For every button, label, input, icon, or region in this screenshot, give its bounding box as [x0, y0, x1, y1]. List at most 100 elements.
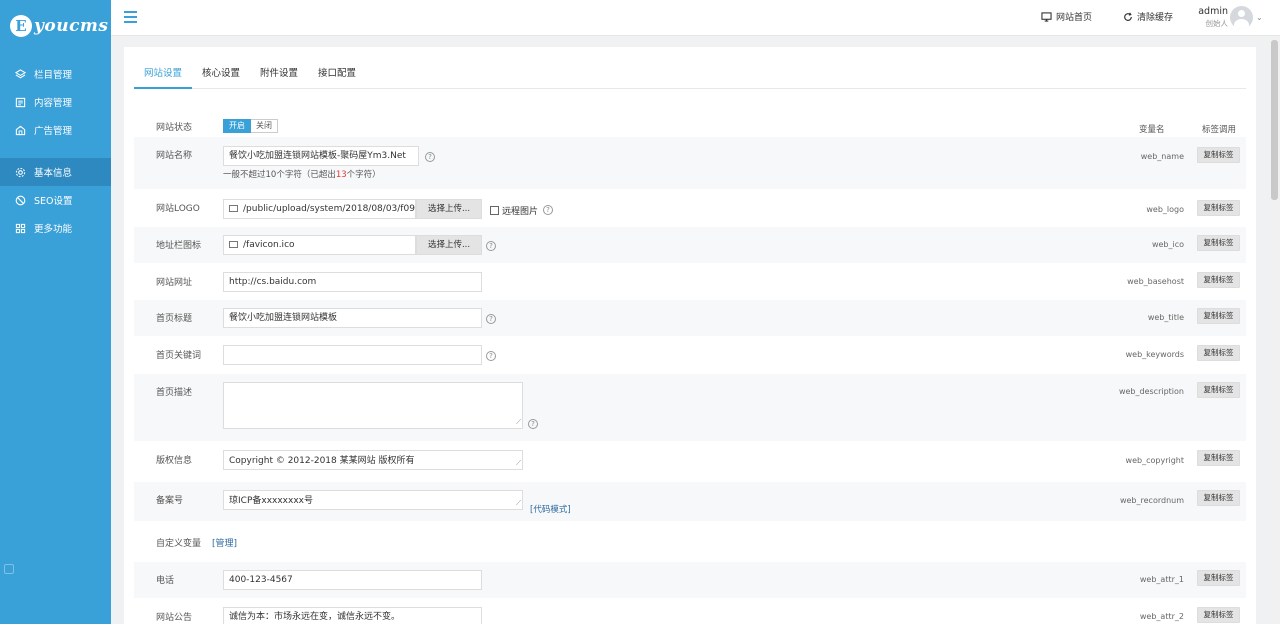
var-name: web_name: [1140, 152, 1184, 161]
help-icon[interactable]: ?: [486, 241, 496, 251]
sidebar: E youcms 栏目管理 内容管理 广告管理 基本信息 SEO设置 更多功能: [0, 0, 111, 624]
row-web-attr-1: 电话 400-123-4567 web_attr_1 复制标签: [134, 562, 1246, 599]
sidebar-item-columns[interactable]: 栏目管理: [0, 60, 111, 88]
avatar[interactable]: [1230, 6, 1253, 29]
field-label: 网站状态: [156, 123, 193, 133]
menu-toggle-icon[interactable]: [124, 11, 137, 23]
web-ico-input[interactable]: /favicon.ico: [223, 235, 416, 255]
field-label: 电话: [156, 576, 175, 586]
var-name: web_ico: [1151, 240, 1184, 249]
scrollbar-thumb[interactable]: [1271, 40, 1278, 200]
status-on-button[interactable]: 开启: [223, 119, 251, 133]
var-name: web_logo: [1146, 205, 1184, 214]
copy-tag-button[interactable]: 复制标签: [1197, 272, 1240, 288]
var-name: web_attr_2: [1139, 612, 1184, 621]
row-web-description: 首页描述 ⟋ ? web_description 复制标签: [134, 374, 1246, 442]
topbar: 网站首页 清除缓存 admin 创始人 ⌄: [111, 0, 1280, 36]
field-label: 网站LOGO: [156, 204, 200, 214]
nav-divider: [0, 144, 111, 158]
sidebar-item-ads[interactable]: 广告管理: [0, 116, 111, 144]
checkbox-box[interactable]: [490, 206, 499, 215]
help-icon[interactable]: ?: [543, 205, 553, 215]
field-label: 网站网址: [156, 278, 193, 288]
copy-tag-button[interactable]: 复制标签: [1197, 308, 1240, 324]
web-basehost-input[interactable]: http://cs.baidu.com: [223, 272, 482, 292]
status-off-button[interactable]: 关闭: [251, 119, 278, 133]
web-name-input[interactable]: 餐饮小吃加盟连锁网站模板-聚码屋Ym3.Net: [223, 146, 419, 166]
sidebar-item-seo[interactable]: SEO设置: [0, 186, 111, 214]
help-icon[interactable]: ?: [528, 419, 538, 429]
ico-upload-button[interactable]: 选择上传...: [416, 235, 482, 255]
copy-tag-button[interactable]: 复制标签: [1197, 382, 1240, 398]
var-name: web_recordnum: [1119, 496, 1184, 505]
help-icon[interactable]: ?: [486, 314, 496, 324]
web-description-textarea[interactable]: ⟋: [223, 382, 523, 429]
sidebar-item-more[interactable]: 更多功能: [0, 214, 111, 242]
site-home-label: 网站首页: [1056, 13, 1093, 23]
site-status-toggle: 开启 关闭: [223, 119, 278, 133]
tab-attachment-settings[interactable]: 附件设置: [250, 61, 308, 89]
page-scrollbar[interactable]: [1269, 36, 1280, 624]
refresh-icon: [1123, 12, 1133, 22]
sidebar-collapse-handle[interactable]: [4, 564, 14, 574]
web-title-input[interactable]: 餐饮小吃加盟连锁网站模板: [223, 308, 482, 328]
row-web-basehost: 网站网址 http://cs.baidu.com web_basehost 复制…: [134, 264, 1246, 300]
logo-text: youcms: [34, 16, 109, 36]
web-copyright-textarea[interactable]: Copyright © 2012-2018 某某网站 版权所有 ⟋: [223, 450, 523, 470]
seo-icon: [14, 194, 26, 206]
sidebar-item-label: 栏目管理: [34, 70, 73, 81]
copy-tag-button[interactable]: 复制标签: [1197, 235, 1240, 251]
tab-site-settings[interactable]: 网站设置: [134, 61, 193, 89]
manage-custom-vars-link[interactable]: [管理]: [212, 536, 237, 549]
copy-tag-button[interactable]: 复制标签: [1197, 345, 1240, 361]
copy-tag-button[interactable]: 复制标签: [1197, 607, 1240, 623]
copy-tag-button[interactable]: 复制标签: [1197, 490, 1240, 506]
row-web-recordnum: 备案号 琼ICP备xxxxxxxx号 ⟋ [代码模式] web_recordnum…: [134, 482, 1246, 522]
row-custom-vars: 自定义变量 [管理]: [134, 522, 1246, 562]
clear-cache-link[interactable]: 清除缓存: [1123, 10, 1173, 23]
web-recordnum-textarea[interactable]: 琼ICP备xxxxxxxx号 ⟋: [223, 490, 523, 510]
field-label: 首页标题: [156, 314, 193, 324]
user-info[interactable]: admin 创始人: [1193, 6, 1228, 29]
var-name: web_keywords: [1125, 350, 1184, 359]
clear-cache-label: 清除缓存: [1137, 13, 1174, 23]
image-icon: [229, 205, 238, 212]
field-label: 网站公告: [156, 613, 193, 623]
row-web-copyright: 版权信息 Copyright © 2012-2018 某某网站 版权所有 ⟋ we…: [134, 442, 1246, 482]
var-name: web_description: [1118, 387, 1184, 396]
logo-upload-button[interactable]: 选择上传...: [416, 199, 482, 219]
var-name: web_attr_1: [1139, 575, 1184, 584]
copy-tag-button[interactable]: 复制标签: [1197, 450, 1240, 466]
row-web-attr-2: 网站公告 诚信为本：市场永远在变，诚信永远不变。 web_attr_2 复制标签: [134, 599, 1246, 624]
layers-icon: [14, 68, 26, 80]
web-attr-2-input[interactable]: 诚信为本：市场永远在变，诚信永远不变。: [223, 607, 482, 624]
copy-tag-button[interactable]: 复制标签: [1197, 570, 1240, 586]
gear-icon: [14, 166, 26, 178]
field-label: 备案号: [156, 496, 184, 506]
var-name: web_basehost: [1127, 277, 1184, 286]
sidebar-item-label: 基本信息: [34, 168, 73, 179]
resize-handle-icon[interactable]: ⟋: [516, 499, 521, 508]
code-mode-link[interactable]: [代码模式]: [530, 503, 571, 515]
tab-core-settings[interactable]: 核心设置: [192, 61, 250, 89]
logo[interactable]: E youcms: [0, 0, 111, 52]
site-home-link[interactable]: 网站首页: [1041, 10, 1092, 23]
resize-handle-icon[interactable]: ⟋: [516, 459, 521, 468]
sidebar-item-content[interactable]: 内容管理: [0, 88, 111, 116]
copy-tag-button[interactable]: 复制标签: [1197, 147, 1240, 163]
help-icon[interactable]: ?: [425, 152, 435, 162]
web-logo-input[interactable]: /public/upload/system/2018/08/03/f091cl: [223, 199, 416, 219]
web-keywords-input[interactable]: [223, 345, 482, 365]
settings-tabs: 网站设置 核心设置 附件设置 接口配置: [134, 61, 1246, 89]
sidebar-item-label: 更多功能: [34, 224, 73, 235]
web-attr-1-input[interactable]: 400-123-4567: [223, 570, 482, 590]
main-panel: 网站设置 核心设置 附件设置 接口配置 网站状态 开启 关闭 变量名 标签调用 …: [124, 47, 1256, 624]
chevron-down-icon[interactable]: ⌄: [1256, 13, 1263, 22]
settings-form: 网站状态 开启 关闭 变量名 标签调用 网站名称 餐饮小吃加盟连锁网站模板-聚码…: [134, 109, 1246, 624]
copy-tag-button[interactable]: 复制标签: [1197, 200, 1240, 216]
remote-image-checkbox[interactable]: 远程图片: [490, 204, 538, 217]
tab-api-config[interactable]: 接口配置: [308, 61, 366, 89]
help-icon[interactable]: ?: [486, 351, 496, 361]
resize-handle-icon[interactable]: ⟋: [516, 418, 521, 427]
sidebar-item-basic-info[interactable]: 基本信息: [0, 158, 111, 186]
